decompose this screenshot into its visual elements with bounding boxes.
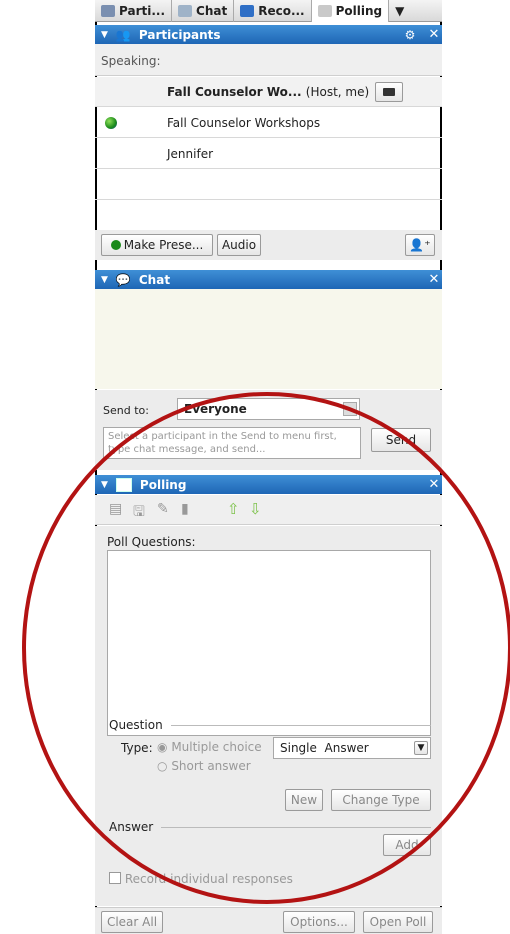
chevron-down-icon — [343, 402, 357, 416]
tab-polling[interactable]: Polling — [311, 0, 390, 22]
change-type-button[interactable]: Change Type — [331, 789, 431, 811]
camera-icon — [383, 88, 395, 96]
collapse-triangle-icon[interactable]: ▼ — [101, 30, 108, 40]
participant-name: Fall Counselor Wo... — [167, 84, 302, 99]
polling-body: Poll Questions: Question Type: ◉ Multipl… — [95, 526, 442, 906]
audio-button[interactable]: Audio — [217, 234, 261, 256]
send-button[interactable]: Send — [371, 428, 431, 452]
close-icon[interactable]: ✕ — [426, 272, 442, 287]
answer-section-label: Answer — [109, 820, 154, 834]
collapse-triangle-icon[interactable]: ▼ — [101, 275, 108, 285]
chat-title: Chat — [138, 272, 171, 287]
close-icon[interactable]: ✕ — [426, 477, 442, 492]
checkbox-icon — [109, 872, 121, 884]
polling-toolbar: ▤ 🖫 ✎ ▮ ⇧ ⇩ — [95, 495, 442, 525]
participant-row[interactable]: Jennifer — [95, 139, 442, 169]
collapse-triangle-icon[interactable]: ▼ — [101, 480, 108, 490]
make-presenter-icon — [110, 240, 121, 250]
delete-icon[interactable]: ▮ — [181, 501, 189, 517]
add-participant-button[interactable]: 👤⁺ — [405, 234, 435, 256]
tab-overflow-dropdown[interactable]: ▼ — [389, 0, 410, 22]
polling-title: Polling — [139, 477, 187, 492]
participants-icon — [101, 4, 115, 17]
open-poll-button[interactable]: Open Poll — [363, 911, 433, 933]
participant-role: (Host, me) — [305, 84, 370, 99]
divider — [171, 725, 431, 726]
polling-footer: Clear All Options... Open Poll — [95, 907, 442, 934]
record-icon — [240, 4, 255, 17]
participants-icon: 👥 — [115, 27, 131, 42]
edit-icon[interactable]: ✎ — [157, 501, 169, 517]
participant-row[interactable]: Fall Counselor Workshops — [95, 108, 442, 138]
gear-icon[interactable]: ⚙ — [402, 28, 418, 42]
chat-message-input[interactable]: Select a participant in the Send to menu… — [103, 427, 361, 459]
participant-row-host[interactable]: Fall Counselor Wo... (Host, me) — [95, 77, 442, 107]
speaking-label: Speaking: — [95, 44, 442, 76]
move-down-icon[interactable]: ⇩ — [249, 500, 262, 518]
add-button[interactable]: Add — [383, 834, 431, 856]
panel-tab-bar: Parti... Chat Reco... Polling ▼ — [95, 0, 442, 22]
record-responses-checkbox[interactable]: Record individual responses — [109, 872, 293, 886]
polling-header: ▼ Polling ✕ — [95, 475, 442, 494]
import-icon[interactable]: ▤ — [109, 501, 122, 517]
poll-questions-label: Poll Questions: — [107, 535, 196, 549]
polling-icon — [317, 4, 332, 17]
chat-icon: 💬 — [115, 272, 131, 287]
divider — [161, 827, 431, 828]
answer-type-dropdown[interactable]: Single Answer ▼ — [273, 737, 431, 759]
send-to-dropdown[interactable]: Everyone — [177, 398, 360, 420]
chat-header: ▼ 💬 Chat ✕ — [95, 270, 442, 289]
close-icon[interactable]: ✕ — [426, 27, 442, 42]
make-presenter-button[interactable]: Make Prese... — [101, 234, 213, 256]
chat-compose-area: Send to: Everyone Select a participant i… — [95, 390, 442, 470]
short-answer-radio[interactable]: ○ Short answer — [157, 759, 251, 773]
radio-selected-icon: ◉ — [157, 740, 168, 754]
chat-icon — [178, 4, 193, 17]
move-up-icon[interactable]: ⇧ — [227, 500, 240, 518]
participants-header: ▼ 👥 Participants ⚙ ✕ — [95, 25, 442, 44]
options-button[interactable]: Options... — [283, 911, 355, 933]
chevron-down-icon: ▼ — [414, 741, 428, 755]
tab-record[interactable]: Reco... — [234, 0, 312, 22]
radio-icon: ○ — [157, 759, 168, 773]
tab-participants[interactable]: Parti... — [95, 0, 173, 22]
question-section-label: Question — [109, 718, 163, 732]
polling-icon — [115, 477, 132, 492]
new-button[interactable]: New — [285, 789, 323, 811]
participant-name: Fall Counselor Workshops — [167, 115, 321, 130]
save-icon[interactable]: 🖫 — [133, 501, 145, 525]
clear-all-button[interactable]: Clear All — [101, 911, 163, 933]
add-user-icon: 👤⁺ — [409, 238, 431, 252]
tab-chat[interactable]: Chat — [172, 0, 235, 22]
chat-message-area — [95, 289, 442, 389]
participant-row-empty — [95, 170, 442, 200]
multiple-choice-radio[interactable]: ◉ Multiple choice — [157, 740, 262, 754]
poll-questions-list[interactable] — [107, 550, 431, 736]
send-to-label: Send to: — [103, 404, 149, 417]
participants-title: Participants — [138, 27, 221, 42]
participant-name: Jennifer — [167, 146, 214, 161]
participants-toolbar: Make Prese... Audio 👤⁺ — [95, 230, 442, 260]
chevron-down-icon: ▼ — [395, 3, 405, 18]
globe-icon — [105, 117, 117, 129]
camera-button[interactable] — [375, 82, 403, 102]
type-label: Type: — [121, 741, 153, 755]
